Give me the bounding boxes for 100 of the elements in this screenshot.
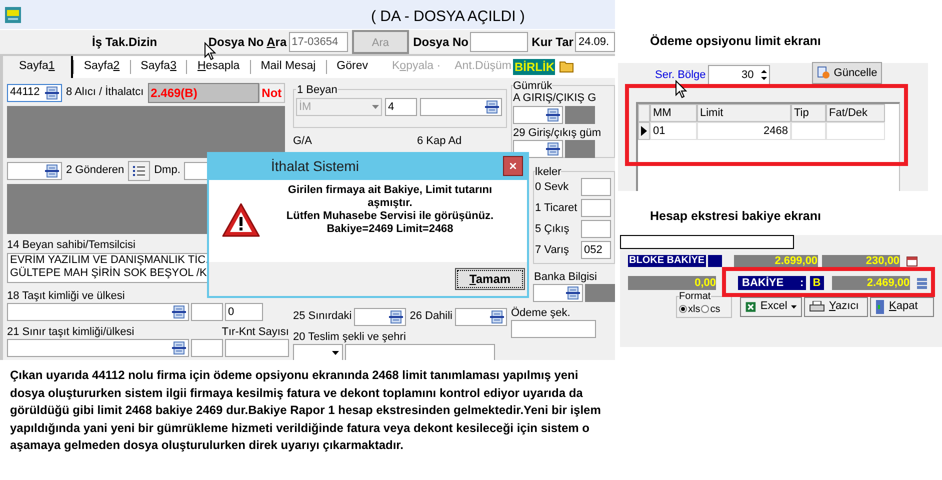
- list-icon: [566, 286, 580, 300]
- radio-button[interactable]: [679, 305, 687, 313]
- warning-icon: [221, 202, 261, 238]
- spinner-icon: [760, 68, 768, 82]
- lookup-field[interactable]: [420, 98, 502, 116]
- ok-button[interactable]: Tamam: [455, 268, 525, 290]
- printer-icon: [809, 300, 825, 312]
- group-label: 1 Beyan: [296, 82, 338, 98]
- input-field[interactable]: [581, 178, 611, 196]
- field-label: Tır-Knt Sayısı: [222, 324, 289, 338]
- field-label: 29 Giriş/çıkış güm: [513, 126, 602, 140]
- print-button[interactable]: Yazıcı: [804, 296, 868, 316]
- input-field[interactable]: 052: [581, 241, 611, 259]
- spin-field[interactable]: 30: [708, 64, 770, 85]
- field-label: 8 Alıcı / İthalatcı: [66, 84, 144, 100]
- lookup-field[interactable]: [513, 140, 563, 158]
- radio-label: cs: [710, 302, 720, 316]
- table-cell: 2468: [697, 122, 791, 140]
- lookup-field[interactable]: [7, 338, 189, 356]
- disabled-field: [565, 140, 595, 158]
- input-field[interactable]: [191, 302, 223, 320]
- update-button[interactable]: Güncelle: [812, 62, 882, 84]
- input-field[interactable]: 4: [385, 98, 417, 116]
- balance-field: 2.469(B): [148, 82, 259, 102]
- field-label: Banka Bilgisi: [534, 270, 598, 284]
- field-label: Kur Tar: [532, 34, 574, 50]
- field-label: A GIRIŞ/ÇIKIŞ G: [513, 92, 598, 104]
- lookup-field[interactable]: [7, 162, 62, 180]
- lookup-field[interactable]: 44112: [7, 84, 62, 102]
- tab[interactable]: Sayfa2: [74, 56, 130, 78]
- tab[interactable]: Görev: [326, 56, 378, 78]
- column-header[interactable]: Limit: [697, 104, 791, 122]
- input-field[interactable]: [581, 199, 611, 217]
- column-header[interactable]: MM: [650, 104, 697, 122]
- column-header[interactable]: Tip: [791, 104, 826, 122]
- input-field[interactable]: [581, 220, 611, 238]
- caret-icon: [332, 350, 339, 354]
- input-field[interactable]: [620, 234, 794, 248]
- excel-button[interactable]: Excel: [740, 296, 802, 316]
- radio-label: xls: [688, 302, 700, 316]
- window-title: ( DA - DOSYA AÇILDI ): [371, 7, 525, 27]
- lookup-field[interactable]: [7, 302, 189, 320]
- folder-icon[interactable]: [559, 60, 576, 73]
- numbered-list-icon: [132, 164, 146, 176]
- table-cell: [791, 122, 826, 140]
- close-window-button[interactable]: Kapat: [870, 296, 934, 316]
- section-heading: Ödeme opsiyonu limit ekranı: [650, 33, 822, 50]
- input-field[interactable]: [191, 338, 223, 356]
- list-icon: [45, 164, 59, 178]
- value-field: 0,00: [628, 276, 716, 290]
- tab[interactable]: Sayfa1: [9, 56, 73, 78]
- input-field[interactable]: 0: [225, 302, 263, 320]
- disabled-field: [565, 106, 595, 124]
- disabled-field: [585, 284, 615, 302]
- close-icon: [510, 163, 516, 169]
- close-button[interactable]: [503, 156, 523, 176]
- input-field[interactable]: [511, 320, 596, 338]
- field-label: 7 Varış: [535, 242, 570, 258]
- column-header[interactable]: Fat/Dek: [826, 104, 885, 122]
- input-field[interactable]: [345, 344, 495, 360]
- value-field: 230,00: [822, 254, 900, 266]
- dialog-title: İthalat Sistemi: [271, 156, 360, 176]
- tab[interactable]: Sayfa3: [130, 56, 186, 78]
- group-label: Format: [679, 292, 711, 302]
- dialog-message: Girilen firmaya ait Bakiye, Limit tutarını aşmıştır. Lütfen Muhasebe Servisi ile görüşünüz. Bakiye=2469 Limit=2468: [285, 183, 495, 237]
- dropdown[interactable]: [293, 344, 343, 360]
- grid-icon[interactable]: [916, 276, 928, 288]
- lookup-field[interactable]: [354, 308, 406, 326]
- tab[interactable]: Hesapla: [187, 56, 250, 78]
- input-field[interactable]: [470, 32, 528, 52]
- input-field[interactable]: 17-03654: [288, 32, 348, 52]
- numbered-list-button[interactable]: [128, 160, 150, 180]
- table-cell: 01: [650, 122, 697, 140]
- field-label: 21 Sınır taşıt kimliği/ülkesi: [7, 324, 136, 338]
- field-label: 25 Sınırdaki: [293, 309, 352, 324]
- note-button[interactable]: Not: [258, 82, 285, 102]
- status-swatch: [708, 254, 722, 266]
- field-label: 1 Ticaret: [535, 200, 578, 216]
- list-icon: [45, 86, 59, 100]
- field-label: 0 Sevk: [535, 180, 570, 195]
- lookup-field[interactable]: [454, 308, 507, 326]
- lookup-field[interactable]: [513, 106, 563, 124]
- separator-label: :: [800, 276, 806, 290]
- section-heading: Hesap ekstresi bakiye ekranı: [650, 208, 822, 225]
- input-field[interactable]: [225, 338, 289, 356]
- row-indicator[interactable]: [638, 122, 650, 140]
- list-icon: [172, 304, 186, 318]
- group-label: Gümrük: [513, 80, 552, 92]
- field-label: Dmp.: [154, 163, 180, 178]
- lookup-field[interactable]: [533, 284, 583, 302]
- tab[interactable]: Mail Mesaj: [250, 56, 326, 78]
- field-label: 6 Kap Ad: [417, 134, 462, 148]
- field-label: 14 Beyan sahibi/Temsilcisi: [7, 238, 136, 252]
- field-label: 20 Teslim şekli ve şehri: [293, 330, 407, 344]
- value-field: 2.469,00: [832, 276, 910, 290]
- section-label: İş Tak.Dizin: [92, 34, 158, 50]
- radio-button[interactable]: [701, 305, 710, 313]
- input-field[interactable]: 24.09.: [575, 32, 615, 52]
- list-icon: [172, 340, 186, 354]
- description-paragraph: Çıkan uyarıda 44112 nolu firma için ödeme opsiyonu ekranında 2468 limit tanımlaması yapılmış yeni dosya oluştururken sistem ilgii firmaya kesilmiş fatura ve dekont toplamını kontrol ediyor uyarıda da görüldüğü gibi limit 2468 bakiye 2469 dur.Bakiye Rapor 1 hesap ekstresinden gelmektedir.Yeni bir işlem yapıldığında yani yeni bir gümrükleme hizmeti verildiğinde fatura veya dekont kesileceği için sistem o aşamaya gelmeden dosya oluşturulurken direk uyarıyı çıkarmaktadır.: [9, 367, 602, 454]
